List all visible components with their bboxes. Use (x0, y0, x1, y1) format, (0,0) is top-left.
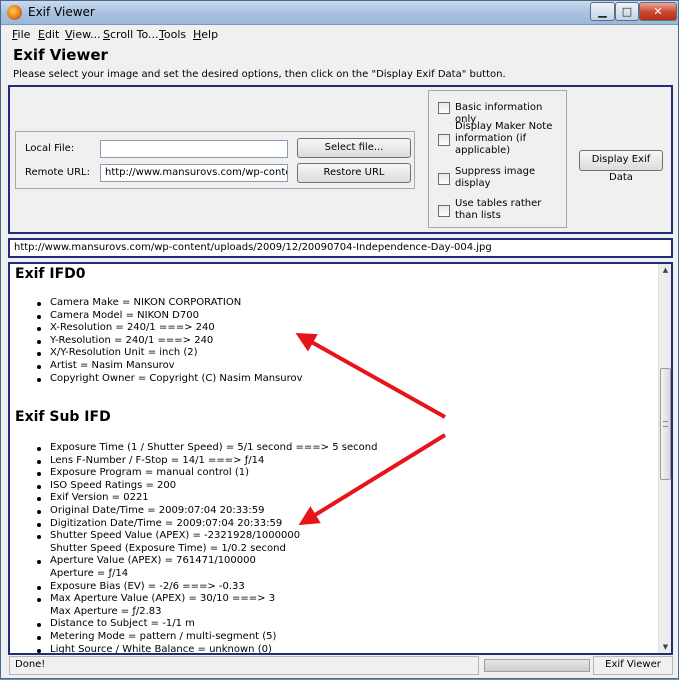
list-item: Shutter Speed Value (APEX) = -2321928/10… (34, 530, 377, 543)
menu-help[interactable]: Help (193, 28, 218, 41)
use-tables-label: Use tables rather than lists (455, 198, 542, 221)
grip-icon (663, 421, 668, 427)
status-bar: Done! Exif Viewer (8, 656, 673, 675)
local-file-input[interactable] (100, 140, 288, 158)
restore-url-button[interactable]: Restore URL (297, 163, 411, 183)
title-bar[interactable]: Exif Viewer ▁ □ ✕ (1, 1, 678, 25)
page-title: Exif Viewer (13, 46, 108, 64)
list-item: Camera Make = NIKON CORPORATION (34, 297, 303, 310)
basic-info-checkbox[interactable] (438, 102, 450, 114)
minimize-button[interactable]: ▁ (590, 2, 615, 21)
image-url-bar[interactable]: http://www.mansurovs.com/wp-content/uplo… (8, 238, 673, 258)
menu-edit[interactable]: Edit (38, 28, 59, 41)
section-heading-sub-ifd: Exif Sub IFD (15, 409, 111, 425)
suppress-image-label: Suppress image display (455, 166, 536, 189)
select-file-button[interactable]: Select file... (297, 138, 411, 158)
list-item: Camera Model = NIKON D700 (34, 310, 303, 323)
list-item: Y-Resolution = 240/1 ===> 240 (34, 335, 303, 348)
instructions-text: Please select your image and set the des… (13, 69, 506, 80)
status-text: Done! (9, 656, 479, 675)
ifd0-list: Camera Make = NIKON CORPORATION Camera Mo… (34, 297, 303, 385)
close-button[interactable]: ✕ (639, 2, 677, 21)
remote-url-label: Remote URL: (25, 167, 90, 178)
display-options-group: Basic information only Display Maker Not… (428, 90, 567, 228)
exif-content: Exif IFD0 Camera Make = NIKON CORPORATIO… (10, 264, 656, 653)
file-source-group: Local File: Select file... Remote URL: h… (15, 131, 415, 189)
section-heading-ifd0: Exif IFD0 (15, 266, 86, 282)
progress-bar (484, 659, 590, 672)
menu-scroll-to[interactable]: Scroll To... (103, 28, 159, 41)
list-item: Exif Version = 0221 (34, 492, 377, 505)
list-item: ISO Speed Ratings = 200 (34, 480, 377, 493)
display-exif-button[interactable]: Display Exif Data (579, 150, 663, 183)
list-item: X/Y-Resolution Unit = inch (2) (34, 347, 303, 360)
remote-url-input[interactable]: http://www.mansurovs.com/wp-content (100, 164, 288, 182)
list-item: Aperture Value (APEX) = 761471/100000 (34, 555, 377, 568)
use-tables-checkbox[interactable] (438, 205, 450, 217)
list-item: Digitization Date/Time = 2009:07:04 20:3… (34, 518, 377, 531)
list-item: X-Resolution = 240/1 ===> 240 (34, 322, 303, 335)
status-app-name: Exif Viewer (593, 656, 673, 675)
list-item: Exposure Bias (EV) = -2/6 ===> -0.33 (34, 581, 377, 594)
list-item: Exposure Program = manual control (1) (34, 467, 377, 480)
maker-note-label: Display Maker Note information (if appli… (455, 121, 553, 156)
options-panel: Local File: Select file... Remote URL: h… (8, 85, 673, 234)
window-title: Exif Viewer (28, 5, 95, 19)
maximize-button[interactable]: □ (615, 2, 639, 21)
list-item: Distance to Subject = -1/1 m (34, 618, 377, 631)
list-item: Original Date/Time = 2009:07:04 20:33:59 (34, 505, 377, 518)
list-item: Exposure Time (1 / Shutter Speed) = 5/1 … (34, 442, 377, 455)
vertical-scrollbar[interactable]: ▲ ▼ (658, 264, 671, 653)
list-item: Light Source / White Balance = unknown (… (34, 644, 377, 653)
list-item: Lens F-Number / F-Stop = 14/1 ===> ƒ/14 (34, 455, 377, 468)
list-item: Artist = Nasim Mansurov (34, 360, 303, 373)
list-item: Aperture = ƒ/14 (50, 567, 129, 579)
list-item: Shutter Speed (Exposure Time) = 1/0.2 se… (50, 542, 286, 554)
firefox-icon (7, 5, 22, 20)
list-item: Metering Mode = pattern / multi-segment … (34, 631, 377, 644)
scroll-thumb[interactable] (660, 368, 671, 480)
menu-tools[interactable]: Tools (159, 28, 186, 41)
scroll-down-icon[interactable]: ▼ (659, 641, 671, 653)
sub-ifd-list: Exposure Time (1 / Shutter Speed) = 5/1 … (34, 442, 377, 653)
scroll-up-icon[interactable]: ▲ (659, 264, 671, 276)
list-item: Max Aperture Value (APEX) = 30/10 ===> 3 (34, 593, 377, 606)
app-window: Exif Viewer ▁ □ ✕ File Edit View... Scro… (0, 0, 679, 679)
list-item: Max Aperture = ƒ/2.83 (50, 605, 162, 617)
menu-file[interactable]: File (12, 28, 30, 41)
maker-note-checkbox[interactable] (438, 134, 450, 146)
suppress-image-checkbox[interactable] (438, 173, 450, 185)
menu-bar: File Edit View... Scroll To... Tools Hel… (1, 26, 678, 44)
local-file-label: Local File: (25, 143, 75, 154)
exif-content-pane[interactable]: Exif IFD0 Camera Make = NIKON CORPORATIO… (8, 262, 673, 655)
list-item: Copyright Owner = Copyright (C) Nasim Ma… (34, 373, 303, 386)
menu-view[interactable]: View... (65, 28, 101, 41)
